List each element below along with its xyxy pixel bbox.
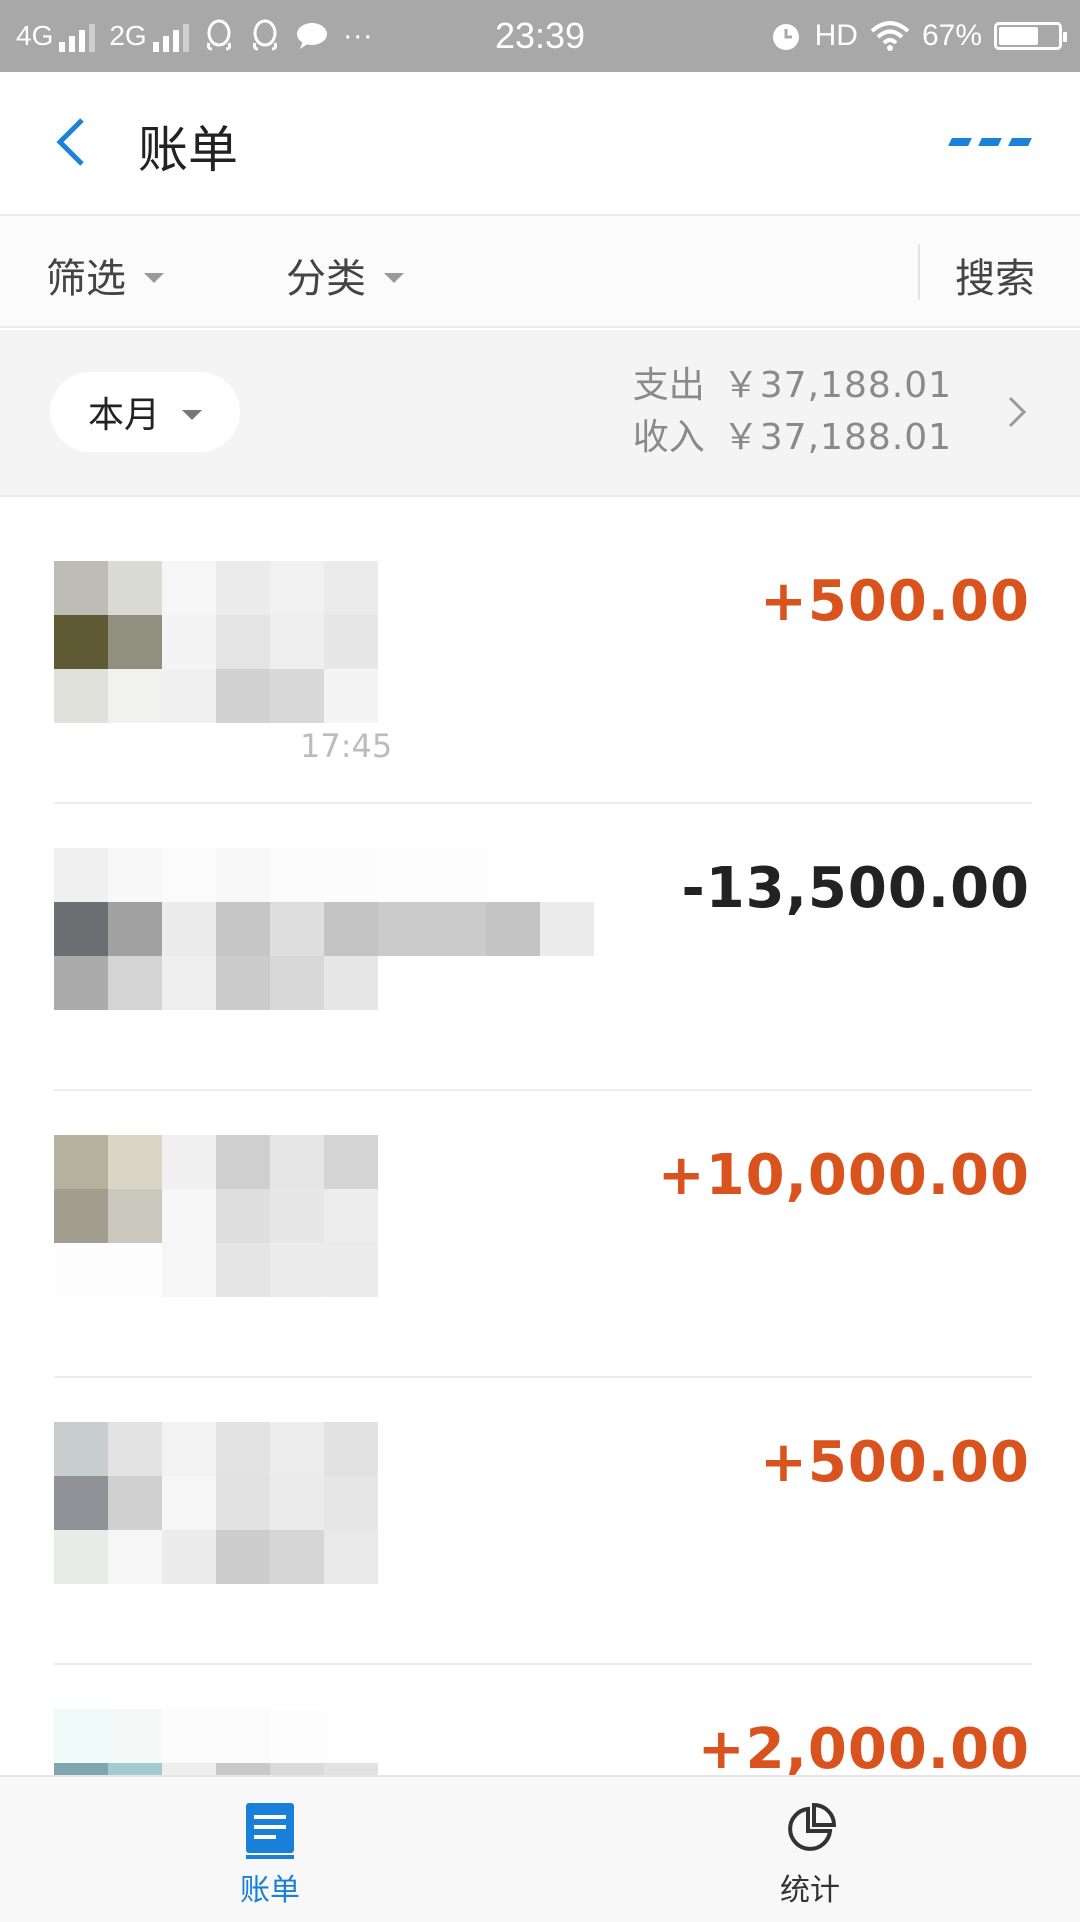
avatar bbox=[54, 561, 162, 723]
chat-bubble-icon bbox=[296, 23, 327, 49]
more-dots-icon[interactable] bbox=[948, 138, 1032, 146]
wifi-icon bbox=[870, 21, 910, 51]
transaction-amount: +10,000.00 bbox=[657, 1143, 1030, 1208]
network-4g-label: 4G bbox=[16, 20, 54, 51]
tab-stats[interactable]: 统计 bbox=[540, 1777, 1080, 1922]
divider bbox=[918, 244, 920, 300]
tab-bills[interactable]: 账单 bbox=[0, 1777, 540, 1922]
caret-down-icon bbox=[182, 410, 202, 420]
more-notifications-icon: ··· bbox=[342, 19, 373, 52]
transaction-time: 17:45 bbox=[300, 727, 393, 765]
tab-stats-label: 统计 bbox=[780, 1873, 840, 1908]
alarm-icon bbox=[772, 24, 799, 50]
tab-bar: 账单 统计 bbox=[0, 1775, 1080, 1922]
chevron-left-icon[interactable] bbox=[46, 112, 106, 172]
income-value: ￥37,188.01 bbox=[722, 417, 952, 458]
battery-level bbox=[999, 27, 1038, 45]
network-4g: 4G bbox=[16, 20, 96, 52]
transaction-amount: +500.00 bbox=[759, 1430, 1030, 1495]
period-selector[interactable]: 本月 bbox=[50, 372, 240, 452]
income-total: 收入 ￥37,188.01 bbox=[633, 412, 952, 464]
signal-icon bbox=[152, 24, 189, 52]
category-dropdown[interactable]: 分类 bbox=[286, 246, 404, 304]
network-2g: 2G bbox=[109, 20, 189, 52]
month-summary[interactable]: 本月 支出 ￥37,188.01 收入 ￥37,188.01 bbox=[0, 330, 1080, 497]
blurred-details bbox=[162, 1422, 382, 1584]
battery-icon bbox=[994, 22, 1067, 50]
chevron-right-icon[interactable] bbox=[1002, 392, 1032, 432]
income-label: 收入 bbox=[632, 417, 705, 458]
period-label: 本月 bbox=[87, 395, 160, 436]
bill-list-icon bbox=[246, 1803, 294, 1859]
avatar bbox=[54, 1422, 162, 1584]
nav-bar: 账单 bbox=[0, 72, 1080, 216]
category-label: 分类 bbox=[286, 256, 366, 302]
tab-bills-label: 账单 bbox=[240, 1873, 300, 1908]
summary-totals: 支出 ￥37,188.01 收入 ￥37,188.01 bbox=[633, 360, 952, 464]
caret-down-icon bbox=[144, 273, 164, 283]
filter-label: 筛选 bbox=[46, 256, 126, 302]
avatar bbox=[54, 1709, 162, 1775]
transaction-row[interactable]: +2,000.00 bbox=[0, 1665, 1080, 1775]
caret-down-icon bbox=[384, 273, 404, 283]
search-button[interactable]: 搜索 bbox=[955, 246, 1035, 304]
filter-bar: 筛选 分类 搜索 bbox=[0, 216, 1080, 328]
network-2g-label: 2G bbox=[109, 20, 147, 51]
avatar bbox=[54, 848, 162, 1010]
avatar bbox=[54, 1135, 162, 1297]
blurred-details bbox=[162, 561, 382, 723]
pie-chart-icon bbox=[788, 1803, 836, 1851]
transaction-amount: -13,500.00 bbox=[681, 856, 1030, 921]
blurred-details bbox=[162, 1709, 382, 1775]
signal-icon bbox=[59, 24, 96, 52]
status-bar: 4G 2G ··· 23:39 HD 67% bbox=[0, 0, 1080, 72]
page-title: 账单 bbox=[138, 121, 238, 179]
expense-total: 支出 ￥37,188.01 bbox=[633, 360, 952, 412]
transaction-amount: +500.00 bbox=[759, 569, 1030, 634]
blurred-details bbox=[162, 848, 594, 1010]
expense-label: 支出 bbox=[632, 365, 705, 406]
hd-indicator: HD bbox=[814, 19, 858, 52]
expense-value: ￥37,188.01 bbox=[722, 365, 952, 406]
qq-icon bbox=[252, 19, 277, 51]
filter-dropdown[interactable]: 筛选 bbox=[46, 246, 164, 304]
transaction-row[interactable]: +10,000.00 bbox=[0, 1091, 1080, 1378]
transaction-row[interactable]: -13,500.00 bbox=[0, 804, 1080, 1091]
transaction-row[interactable]: +500.00 17:45 bbox=[0, 517, 1080, 804]
battery-percent: 67% bbox=[921, 19, 982, 52]
transaction-amount: +2,000.00 bbox=[697, 1717, 1030, 1775]
blurred-details bbox=[162, 1135, 382, 1297]
transaction-row[interactable]: +500.00 bbox=[0, 1378, 1080, 1665]
qq-icon bbox=[206, 19, 231, 51]
